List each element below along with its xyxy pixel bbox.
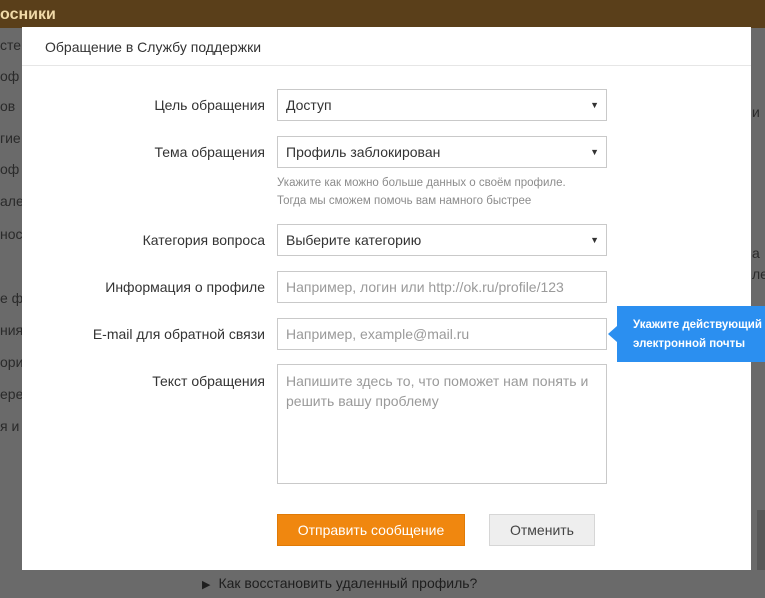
purpose-label: Цель обращения	[154, 97, 265, 113]
email-input[interactable]	[277, 318, 607, 350]
background-left-item: ере	[0, 386, 24, 402]
topic-hint: Укажите как можно больше данных о своём …	[277, 174, 566, 210]
background-left-item: я и	[0, 418, 20, 434]
background-left-item: гие	[0, 130, 21, 146]
topic-select-value: Профиль заблокирован	[286, 144, 441, 160]
expand-triangle-icon: ▶	[202, 579, 211, 591]
topic-hint-line: Укажите как можно больше данных о своём …	[277, 177, 566, 189]
topic-label: Тема обращения	[154, 144, 265, 160]
background-scrollbar	[757, 510, 765, 570]
message-textarea[interactable]	[277, 364, 607, 484]
background-left-item: ори	[0, 354, 24, 370]
background-left-item: е ф	[0, 290, 24, 306]
purpose-select[interactable]: Доступ ▼	[277, 89, 607, 121]
background-left-item: оф	[0, 161, 20, 177]
message-label: Текст обращения	[152, 373, 265, 389]
support-request-modal: Обращение в Службу поддержки Цель обраще…	[22, 27, 751, 570]
background-left-item: оф	[0, 68, 20, 84]
category-label: Категория вопроса	[142, 232, 265, 248]
category-select-value: Выберите категорию	[286, 232, 422, 248]
background-right-fragment: и	[752, 104, 760, 120]
submit-button[interactable]: Отправить сообщение	[277, 514, 465, 546]
background-topbar: осники	[0, 0, 765, 28]
purpose-select-value: Доступ	[286, 97, 332, 113]
background-faq-link-text: Как восстановить удаленный профиль?	[218, 575, 478, 591]
email-tooltip: Укажите действующий а электронной почты	[617, 306, 765, 362]
profile-info-label: Информация о профиле	[105, 279, 265, 295]
cancel-button[interactable]: Отменить	[489, 514, 595, 546]
tooltip-arrow	[608, 326, 617, 342]
background-left-item: ов	[0, 98, 16, 114]
modal-title: Обращение в Службу поддержки	[45, 39, 262, 55]
background-topbar-title: осники	[0, 6, 56, 23]
topic-select[interactable]: Профиль заблокирован ▼	[277, 136, 607, 168]
dropdown-arrow-icon: ▼	[590, 100, 599, 110]
category-select[interactable]: Выберите категорию ▼	[277, 224, 607, 256]
dropdown-arrow-icon: ▼	[590, 147, 599, 157]
topic-hint-line: Тогда мы сможем помочь вам намного быстр…	[277, 195, 532, 207]
dropdown-arrow-icon: ▼	[590, 235, 599, 245]
background-right-fragment: а	[752, 245, 760, 261]
profile-info-input[interactable]	[277, 271, 607, 303]
background-left-item: нос	[0, 226, 23, 242]
background-left-item: сте	[0, 37, 22, 53]
tooltip-line: электронной почты	[633, 338, 746, 350]
background-faq-link: ▶ Как восстановить удаленный профиль?	[202, 575, 477, 591]
email-label: E-mail для обратной связи	[92, 326, 265, 342]
tooltip-line: Укажите действующий а	[633, 319, 765, 331]
modal-header: Обращение в Службу поддержки	[22, 27, 751, 66]
background-right-fragment: ле	[752, 266, 765, 282]
background-left-item: але	[0, 193, 24, 209]
background-left-item: ния	[0, 322, 24, 338]
